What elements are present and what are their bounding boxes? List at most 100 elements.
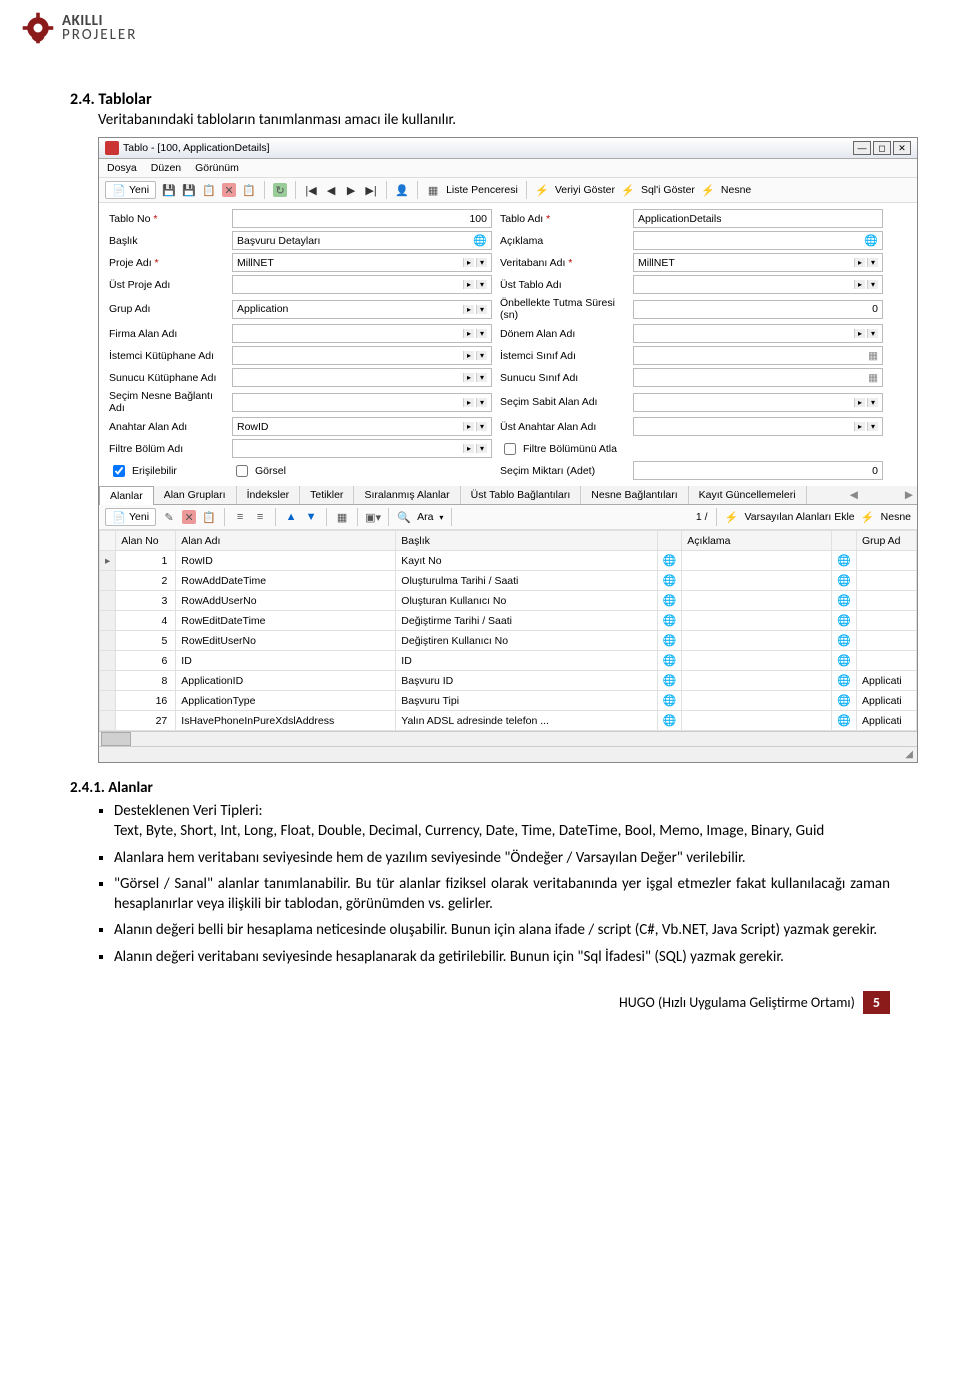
- document-icon: 📄: [112, 183, 126, 197]
- grid-icon: ▦: [426, 183, 440, 197]
- grid-col-baslik[interactable]: Başlık: [396, 531, 657, 551]
- erisilebilir-checkbox[interactable]: [113, 465, 125, 477]
- sub-paste-icon[interactable]: 📋: [202, 510, 216, 524]
- tab-tetikler[interactable]: Tetikler: [300, 486, 354, 504]
- bolt-icon: ⚡: [725, 510, 739, 524]
- tab-kayit-guncelleme[interactable]: Kayıt Güncellemeleri: [689, 486, 807, 504]
- grid-col-grupad[interactable]: Grup Ad: [857, 531, 917, 551]
- menu-gorunum[interactable]: Görünüm: [195, 162, 239, 174]
- donem-alan-label: Dönem Alan Adı: [500, 328, 625, 340]
- onbellek-input[interactable]: 0: [633, 300, 883, 319]
- table-row[interactable]: 8ApplicationIDBaşvuru ID🌐🌐Applicati: [100, 671, 917, 691]
- sub-indent-icon[interactable]: ≡: [233, 510, 247, 524]
- grid-col-aciklama[interactable]: Açıklama: [682, 531, 832, 551]
- sub-edit-icon[interactable]: ✎: [162, 510, 176, 524]
- table-row[interactable]: 5RowEditUserNoDeğiştiren Kullanıcı No🌐🌐: [100, 631, 917, 651]
- ust-proje-adi-label: Üst Proje Adı: [109, 279, 224, 291]
- secim-miktar-input[interactable]: 0: [633, 461, 883, 480]
- veritabani-adi-input[interactable]: MillNET▸▾: [633, 253, 883, 272]
- tab-scroll-left[interactable]: ◀: [846, 486, 862, 504]
- sub-down-icon[interactable]: ▼: [304, 510, 318, 524]
- table-row[interactable]: ▸1RowIDKayıt No🌐🌐: [100, 551, 917, 571]
- filtre-atla-checkbox[interactable]: [504, 443, 516, 455]
- grup-adi-input[interactable]: Application▸▾: [232, 300, 492, 319]
- save-all-icon[interactable]: 💾: [182, 183, 196, 197]
- list-window-button[interactable]: Liste Penceresi: [446, 184, 518, 196]
- globe-icon[interactable]: 🌐: [473, 234, 487, 247]
- sub-up-icon[interactable]: ▲: [284, 510, 298, 524]
- last-icon[interactable]: ▶|: [364, 183, 378, 197]
- istemci-sinif-label: İstemci Sınıf Adı: [500, 350, 625, 362]
- sunucu-sinif-input[interactable]: ▦: [633, 368, 883, 387]
- sub-grid-icon[interactable]: ▦: [335, 510, 349, 524]
- filtre-bolum-input[interactable]: ▸▾: [232, 439, 492, 458]
- sub-new-button[interactable]: 📄Yeni: [105, 508, 156, 526]
- menu-dosya[interactable]: Dosya: [107, 162, 137, 174]
- sub-nesne-button[interactable]: Nesne: [881, 511, 911, 523]
- aciklama-input[interactable]: 🌐: [633, 231, 883, 250]
- paste-icon[interactable]: 📋: [242, 183, 256, 197]
- globe-icon[interactable]: 🌐: [864, 234, 878, 247]
- istemci-sinif-input[interactable]: ▦: [633, 346, 883, 365]
- horizontal-scrollbar[interactable]: [99, 731, 917, 746]
- sub-outdent-icon[interactable]: ≡: [253, 510, 267, 524]
- ara-button[interactable]: Ara: [417, 511, 433, 523]
- anahtar-alan-input[interactable]: RowID▸▾: [232, 417, 492, 436]
- menubar: Dosya Düzen Görünüm: [99, 159, 917, 178]
- table-row[interactable]: 4RowEditDateTimeDeğiştirme Tarihi / Saat…: [100, 611, 917, 631]
- tablo-no-input[interactable]: 100: [232, 209, 492, 228]
- sunucu-kutuphane-input[interactable]: ▸▾: [232, 368, 492, 387]
- sql-goster-button[interactable]: Sql'i Göster: [641, 184, 695, 196]
- table-row[interactable]: 2RowAddDateTimeOluşturulma Tarihi / Saat…: [100, 571, 917, 591]
- refresh-icon[interactable]: ↻: [273, 183, 287, 197]
- veriyi-goster-button[interactable]: Veriyi Göster: [555, 184, 615, 196]
- copy-icon[interactable]: 📋: [202, 183, 216, 197]
- table-row[interactable]: 6IDID🌐🌐: [100, 651, 917, 671]
- grid-col-alanadi[interactable]: Alan Adı: [176, 531, 396, 551]
- istemci-kutuphane-input[interactable]: ▸▾: [232, 346, 492, 365]
- resize-grip-icon[interactable]: ◢: [905, 749, 913, 760]
- ust-proje-adi-input[interactable]: ▸▾: [232, 275, 492, 294]
- tab-alan-gruplari[interactable]: Alan Grupları: [154, 486, 237, 504]
- varsayilan-button[interactable]: Varsayılan Alanları Ekle: [745, 511, 855, 523]
- tab-scroll-right[interactable]: ▶: [901, 486, 917, 504]
- table-row[interactable]: 3RowAddUserNoOluşturan Kullanıcı No🌐🌐: [100, 591, 917, 611]
- minimize-button[interactable]: —: [853, 141, 871, 155]
- tab-indeksler[interactable]: İndeksler: [237, 486, 301, 504]
- bolt-icon-2: ⚡: [621, 183, 635, 197]
- nesne-button[interactable]: Nesne: [721, 184, 751, 196]
- table-row[interactable]: 16ApplicationTypeBaşvuru Tipi🌐🌐Applicati: [100, 691, 917, 711]
- ust-tablo-adi-input[interactable]: ▸▾: [633, 275, 883, 294]
- secim-sabit-input[interactable]: ▸▾: [633, 393, 883, 412]
- bullet-1-text: Text, Byte, Short, Int, Long, Float, Dou…: [114, 822, 824, 840]
- firma-alan-label: Firma Alan Adı: [109, 328, 224, 340]
- menu-duzen[interactable]: Düzen: [151, 162, 181, 174]
- maximize-button[interactable]: ◻: [873, 141, 891, 155]
- proje-adi-input[interactable]: MillNET▸▾: [232, 253, 492, 272]
- tablo-adi-input[interactable]: ApplicationDetails: [633, 209, 883, 228]
- table-row[interactable]: 27IsHavePhoneInPureXdslAddressYalın ADSL…: [100, 711, 917, 731]
- donem-alan-input[interactable]: ▸▾: [633, 324, 883, 343]
- tab-alanlar[interactable]: Alanlar: [99, 486, 154, 505]
- save-icon[interactable]: 💾: [162, 183, 176, 197]
- baslik-input[interactable]: Başvuru Detayları🌐: [232, 231, 492, 250]
- sub-filter-icon[interactable]: ▣▾: [366, 510, 380, 524]
- tab-nesne-baglanti[interactable]: Nesne Bağlantıları: [581, 486, 688, 504]
- gorsel-checkbox[interactable]: [236, 465, 248, 477]
- secim-nesne-input[interactable]: ▸▾: [232, 393, 492, 412]
- tab-ust-tablo[interactable]: Üst Tablo Bağlantıları: [461, 486, 582, 504]
- sub-delete-icon[interactable]: ✕: [182, 510, 196, 524]
- next-icon[interactable]: ▶: [344, 183, 358, 197]
- close-button[interactable]: ✕: [893, 141, 911, 155]
- filtre-bolum-label: Filtre Bölüm Adı: [109, 443, 224, 455]
- tab-siralanmis[interactable]: Sıralanmış Alanlar: [354, 486, 460, 504]
- grid-col-alanno[interactable]: Alan No: [116, 531, 176, 551]
- prev-icon[interactable]: ◀: [324, 183, 338, 197]
- ust-anahtar-input[interactable]: ▸▾: [633, 417, 883, 436]
- bolt-icon: ⚡: [861, 510, 875, 524]
- new-button[interactable]: 📄Yeni: [105, 181, 156, 199]
- user-icon[interactable]: 👤: [395, 183, 409, 197]
- first-icon[interactable]: |◀: [304, 183, 318, 197]
- firma-alan-input[interactable]: ▸▾: [232, 324, 492, 343]
- delete-icon[interactable]: ✕: [222, 183, 236, 197]
